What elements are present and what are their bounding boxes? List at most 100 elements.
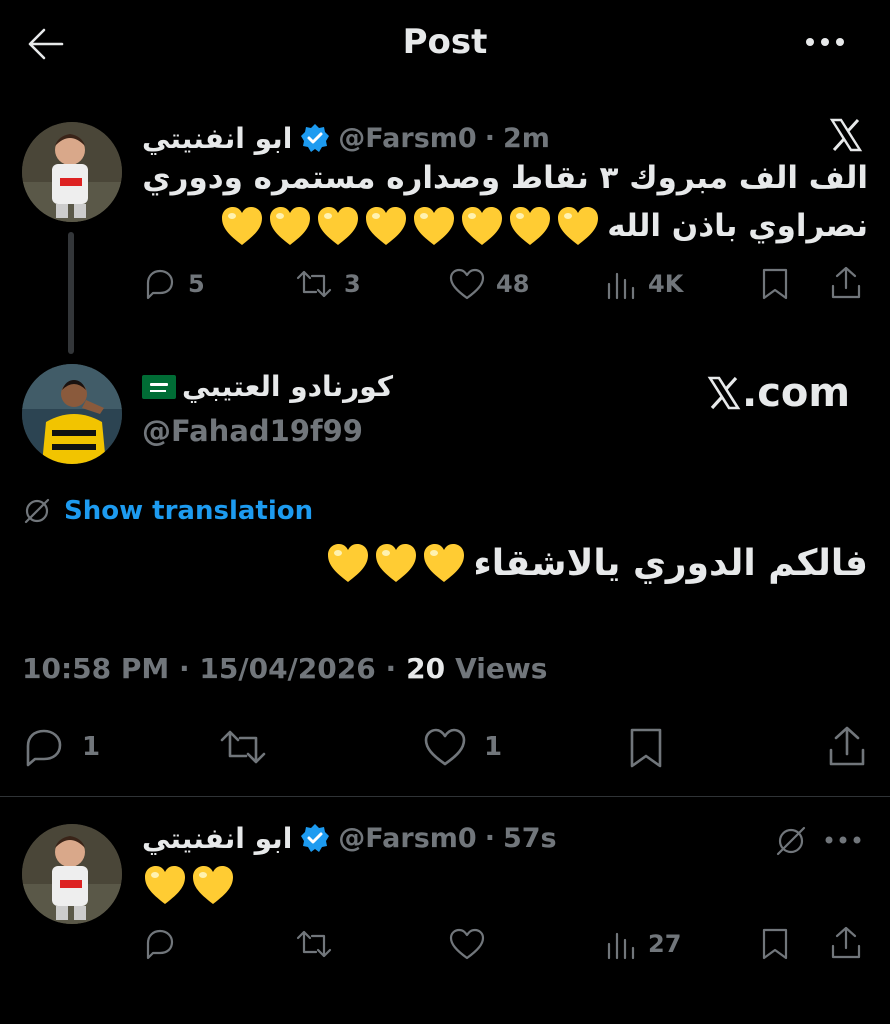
yellow-hearts — [325, 540, 467, 586]
x-logo-icon — [828, 117, 864, 153]
post-text-line1: الف الف مبروك ٣ نقاط وصداره مستمره ودوري — [142, 160, 868, 196]
post-header: ابو انفنيتي @Farsm0 · 2m — [142, 118, 550, 158]
views-icon — [607, 932, 635, 960]
yellow-heart-emoji — [414, 207, 455, 245]
timestamp: 10:58 PM · 15/04/2026 · — [22, 652, 397, 685]
yellow-heart-emoji — [558, 207, 599, 245]
reply-button[interactable]: 1 — [22, 726, 100, 768]
post-text-line2-row: نصراوي باذن الله — [219, 203, 868, 249]
watermark: .com — [706, 370, 850, 416]
display-name-row: كورنادو العتيبي — [142, 370, 393, 403]
repost-button[interactable]: 3 — [294, 266, 361, 302]
repost-button[interactable] — [294, 926, 334, 962]
like-button[interactable]: 48 — [448, 266, 529, 302]
views-icon — [607, 272, 635, 300]
reply-count: 1 — [82, 732, 101, 762]
post-time: 2m — [502, 122, 550, 154]
avatar[interactable] — [22, 364, 122, 464]
yellow-heart-emoji — [462, 207, 503, 245]
separator-dot: · — [484, 122, 495, 154]
bookmark-icon — [762, 928, 788, 960]
repost-button[interactable] — [218, 726, 268, 768]
reply-button[interactable] — [142, 926, 178, 962]
reply-button[interactable]: 5 — [142, 266, 205, 302]
bookmark-button[interactable] — [758, 926, 792, 962]
x-logo-icon — [707, 376, 741, 410]
yellow-heart-emoji — [510, 207, 551, 245]
yellow-heart-emoji — [328, 544, 369, 582]
reply-post-text — [142, 862, 236, 908]
saudi-flag-icon — [142, 374, 176, 399]
like-count: 48 — [496, 270, 530, 298]
like-button[interactable] — [448, 926, 486, 962]
share-button[interactable] — [826, 724, 868, 770]
main-post-text: فالكم الدوري يالاشقاء — [473, 542, 868, 584]
heart-icon — [449, 268, 485, 300]
heart-icon — [424, 728, 466, 766]
bookmark-button[interactable] — [626, 726, 666, 770]
repost-icon — [296, 270, 332, 298]
display-name[interactable]: ابو انفنيتي — [142, 822, 292, 855]
views-button[interactable]: 4K — [604, 266, 683, 302]
display-name[interactable]: ابو انفنيتي — [142, 122, 292, 155]
yellow-heart-emoji — [270, 207, 311, 245]
share-icon — [831, 926, 861, 959]
post-time: 57s — [502, 822, 557, 854]
more-icon — [806, 38, 844, 46]
divider — [0, 796, 890, 797]
more-options-button[interactable] — [800, 26, 850, 58]
views-count: 4K — [648, 270, 684, 298]
views-button[interactable]: 27 — [604, 926, 681, 962]
post-meta: 10:58 PM · 15/04/2026 · 20 Views — [22, 652, 547, 685]
yellow-heart-emoji — [318, 207, 359, 245]
page-title: Post — [402, 22, 488, 62]
yellow-hearts — [219, 203, 601, 249]
yellow-heart-emoji — [222, 207, 263, 245]
verified-badge-icon — [301, 124, 330, 152]
repost-count: 3 — [344, 270, 361, 298]
views-label: Views — [455, 652, 548, 685]
handle[interactable]: @Farsm0 — [338, 823, 476, 854]
yellow-heart-emoji — [193, 866, 233, 904]
show-translation-link[interactable]: Show translation — [22, 496, 313, 526]
repost-icon — [296, 930, 332, 958]
more-options-button[interactable] — [820, 828, 866, 852]
handle[interactable]: @Fahad19f99 — [142, 414, 363, 448]
translate-button[interactable] — [774, 824, 808, 858]
like-count: 1 — [484, 732, 503, 762]
reply-icon — [146, 269, 174, 300]
display-name[interactable]: كورنادو العتيبي — [182, 370, 393, 403]
share-icon — [829, 726, 865, 766]
translate-icon — [24, 498, 50, 524]
avatar[interactable] — [22, 122, 122, 222]
share-button[interactable] — [828, 924, 864, 962]
more-icon — [825, 836, 861, 844]
bookmark-icon — [630, 728, 662, 768]
share-button[interactable] — [828, 264, 864, 302]
handle[interactable]: @Farsm0 — [338, 123, 476, 154]
reply-count: 5 — [188, 270, 205, 298]
heart-icon — [449, 928, 485, 960]
yellow-hearts — [142, 862, 236, 908]
share-icon — [831, 266, 861, 299]
yellow-heart-emoji — [424, 544, 465, 582]
bookmark-icon — [762, 268, 788, 300]
views-count: 27 — [648, 930, 682, 958]
translate-icon — [776, 826, 806, 856]
yellow-heart-emoji — [366, 207, 407, 245]
post-header: ابو انفنيتي @Farsm0 · 57s — [142, 818, 557, 858]
separator-dot: · — [484, 822, 495, 854]
main-post-text-row: فالكم الدوري يالاشقاء — [325, 540, 868, 586]
yellow-heart-emoji — [376, 544, 417, 582]
yellow-heart-emoji — [145, 866, 185, 904]
bookmark-button[interactable] — [758, 266, 792, 302]
post-text-line2: نصراوي باذن الله — [607, 208, 868, 244]
repost-icon — [220, 730, 266, 764]
views-count[interactable]: 20 — [406, 652, 445, 685]
show-translation-label: Show translation — [64, 496, 314, 526]
verified-badge-icon — [301, 824, 330, 852]
avatar[interactable] — [22, 824, 122, 924]
like-button[interactable]: 1 — [422, 726, 502, 768]
thread-line — [68, 232, 74, 354]
reply-icon — [146, 929, 174, 960]
